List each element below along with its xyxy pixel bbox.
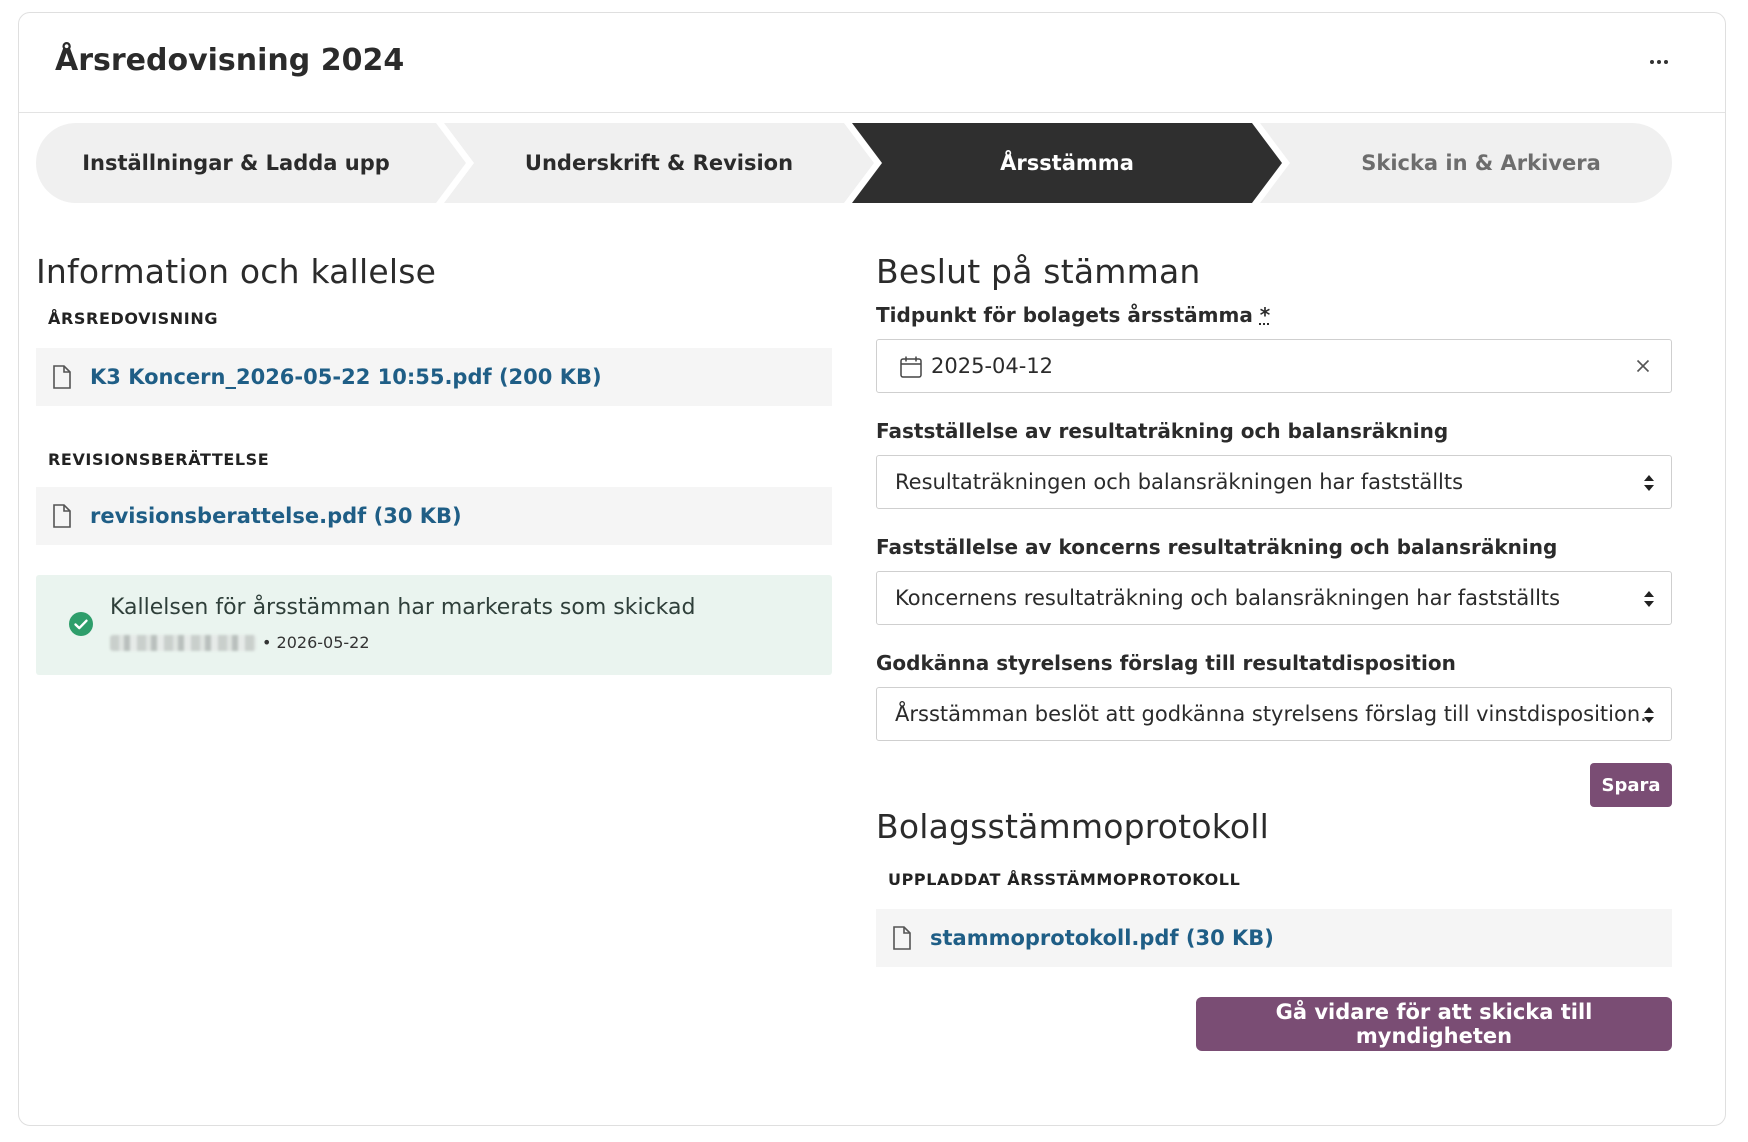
section-title-minutes: Bolagsstämmoprotokoll: [876, 807, 1269, 846]
section-title-decisions: Beslut på stämman: [876, 252, 1201, 291]
sort-arrows-icon: [1644, 475, 1654, 491]
adoption-label: Fastställelse av resultaträkning och bal…: [876, 419, 1449, 443]
meeting-date-input[interactable]: 2025-04-12: [876, 339, 1672, 393]
uploaded-minutes-label: UPPLADDAT ÅRSSTÄMMOPROTOKOLL: [888, 870, 1241, 889]
disposition-select[interactable]: Årsstämman beslöt att godkänna styrelsen…: [876, 687, 1672, 741]
notice-meta: • 2026-05-22: [110, 633, 370, 652]
annual-report-label: ÅRSREDOVISNING: [48, 309, 219, 328]
annual-report-file-link[interactable]: K3 Koncern_2026-05-22 10:55.pdf (200 KB): [90, 365, 602, 389]
notice-message: Kallelsen för årsstämman har markerats s…: [110, 595, 696, 620]
redacted-user-name: [110, 634, 256, 651]
more-options-icon[interactable]: [1639, 47, 1679, 77]
save-button[interactable]: Spara: [1590, 763, 1672, 807]
annual-report-file-row: K3 Koncern_2026-05-22 10:55.pdf (200 KB): [36, 348, 832, 406]
close-icon[interactable]: [1631, 354, 1655, 378]
section-title-information: Information och kallelse: [36, 252, 437, 291]
continue-to-authority-button[interactable]: Gå vidare för att skicka till myndighete…: [1196, 997, 1672, 1051]
page-title: Årsredovisning 2024: [55, 43, 405, 78]
decisions-section: Beslut på stämman Tidpunkt för bolagets …: [876, 252, 1672, 1057]
minutes-file-row: stammoprotokoll.pdf (30 KB): [876, 909, 1672, 967]
invitation-sent-notice: Kallelsen för årsstämman har markerats s…: [36, 575, 832, 675]
audit-report-label: REVISIONSBERÄTTELSE: [48, 450, 270, 469]
step-label: Inställningar & Ladda upp: [82, 151, 390, 175]
file-icon: [53, 365, 71, 389]
audit-report-file-row: revisionsberattelse.pdf (30 KB): [36, 487, 832, 545]
disposition-select-value: Årsstämman beslöt att godkänna styrelsen…: [895, 702, 1647, 726]
required-marker: *: [1259, 303, 1271, 327]
progress-stepper: Inställningar & Ladda upp Underskrift & …: [36, 123, 1672, 203]
file-icon: [893, 926, 911, 950]
group-adoption-select-value: Koncernens resultaträkning och balansräk…: [895, 586, 1561, 610]
information-section: Information och kallelse ÅRSREDOVISNING …: [36, 252, 832, 675]
disposition-label: Godkänna styrelsens förslag till resulta…: [876, 651, 1456, 675]
adoption-select[interactable]: Resultaträkningen och balansräkningen ha…: [876, 455, 1672, 509]
step-submit-archive[interactable]: Skicka in & Arkivera: [1260, 123, 1672, 203]
check-circle-icon: [69, 612, 93, 636]
step-signature-revision[interactable]: Underskrift & Revision: [444, 123, 874, 203]
step-settings-upload[interactable]: Inställningar & Ladda upp: [36, 123, 466, 203]
file-icon: [53, 504, 71, 528]
sort-arrows-icon: [1644, 591, 1654, 607]
minutes-file-link[interactable]: stammoprotokoll.pdf (30 KB): [930, 926, 1274, 950]
step-label: Årsstämma: [1000, 151, 1134, 175]
meeting-date-value: 2025-04-12: [931, 354, 1054, 378]
sort-arrows-icon: [1644, 707, 1654, 723]
step-label: Underskrift & Revision: [524, 151, 794, 175]
card-header: Årsredovisning 2024: [19, 13, 1725, 113]
audit-report-file-link[interactable]: revisionsberattelse.pdf (30 KB): [90, 504, 462, 528]
notice-date: • 2026-05-22: [262, 633, 370, 652]
meeting-date-label: Tidpunkt för bolagets årsstämma *: [876, 303, 1672, 327]
step-label: Skicka in & Arkivera: [1361, 151, 1601, 175]
step-annual-meeting[interactable]: Årsstämma: [852, 123, 1282, 203]
meeting-date-label-text: Tidpunkt för bolagets årsstämma: [876, 303, 1253, 327]
group-adoption-select[interactable]: Koncernens resultaträkning och balansräk…: [876, 571, 1672, 625]
calendar-icon: [900, 356, 922, 378]
adoption-select-value: Resultaträkningen och balansräkningen ha…: [895, 470, 1464, 494]
group-adoption-label: Fastställelse av koncerns resultaträknin…: [876, 535, 1558, 559]
